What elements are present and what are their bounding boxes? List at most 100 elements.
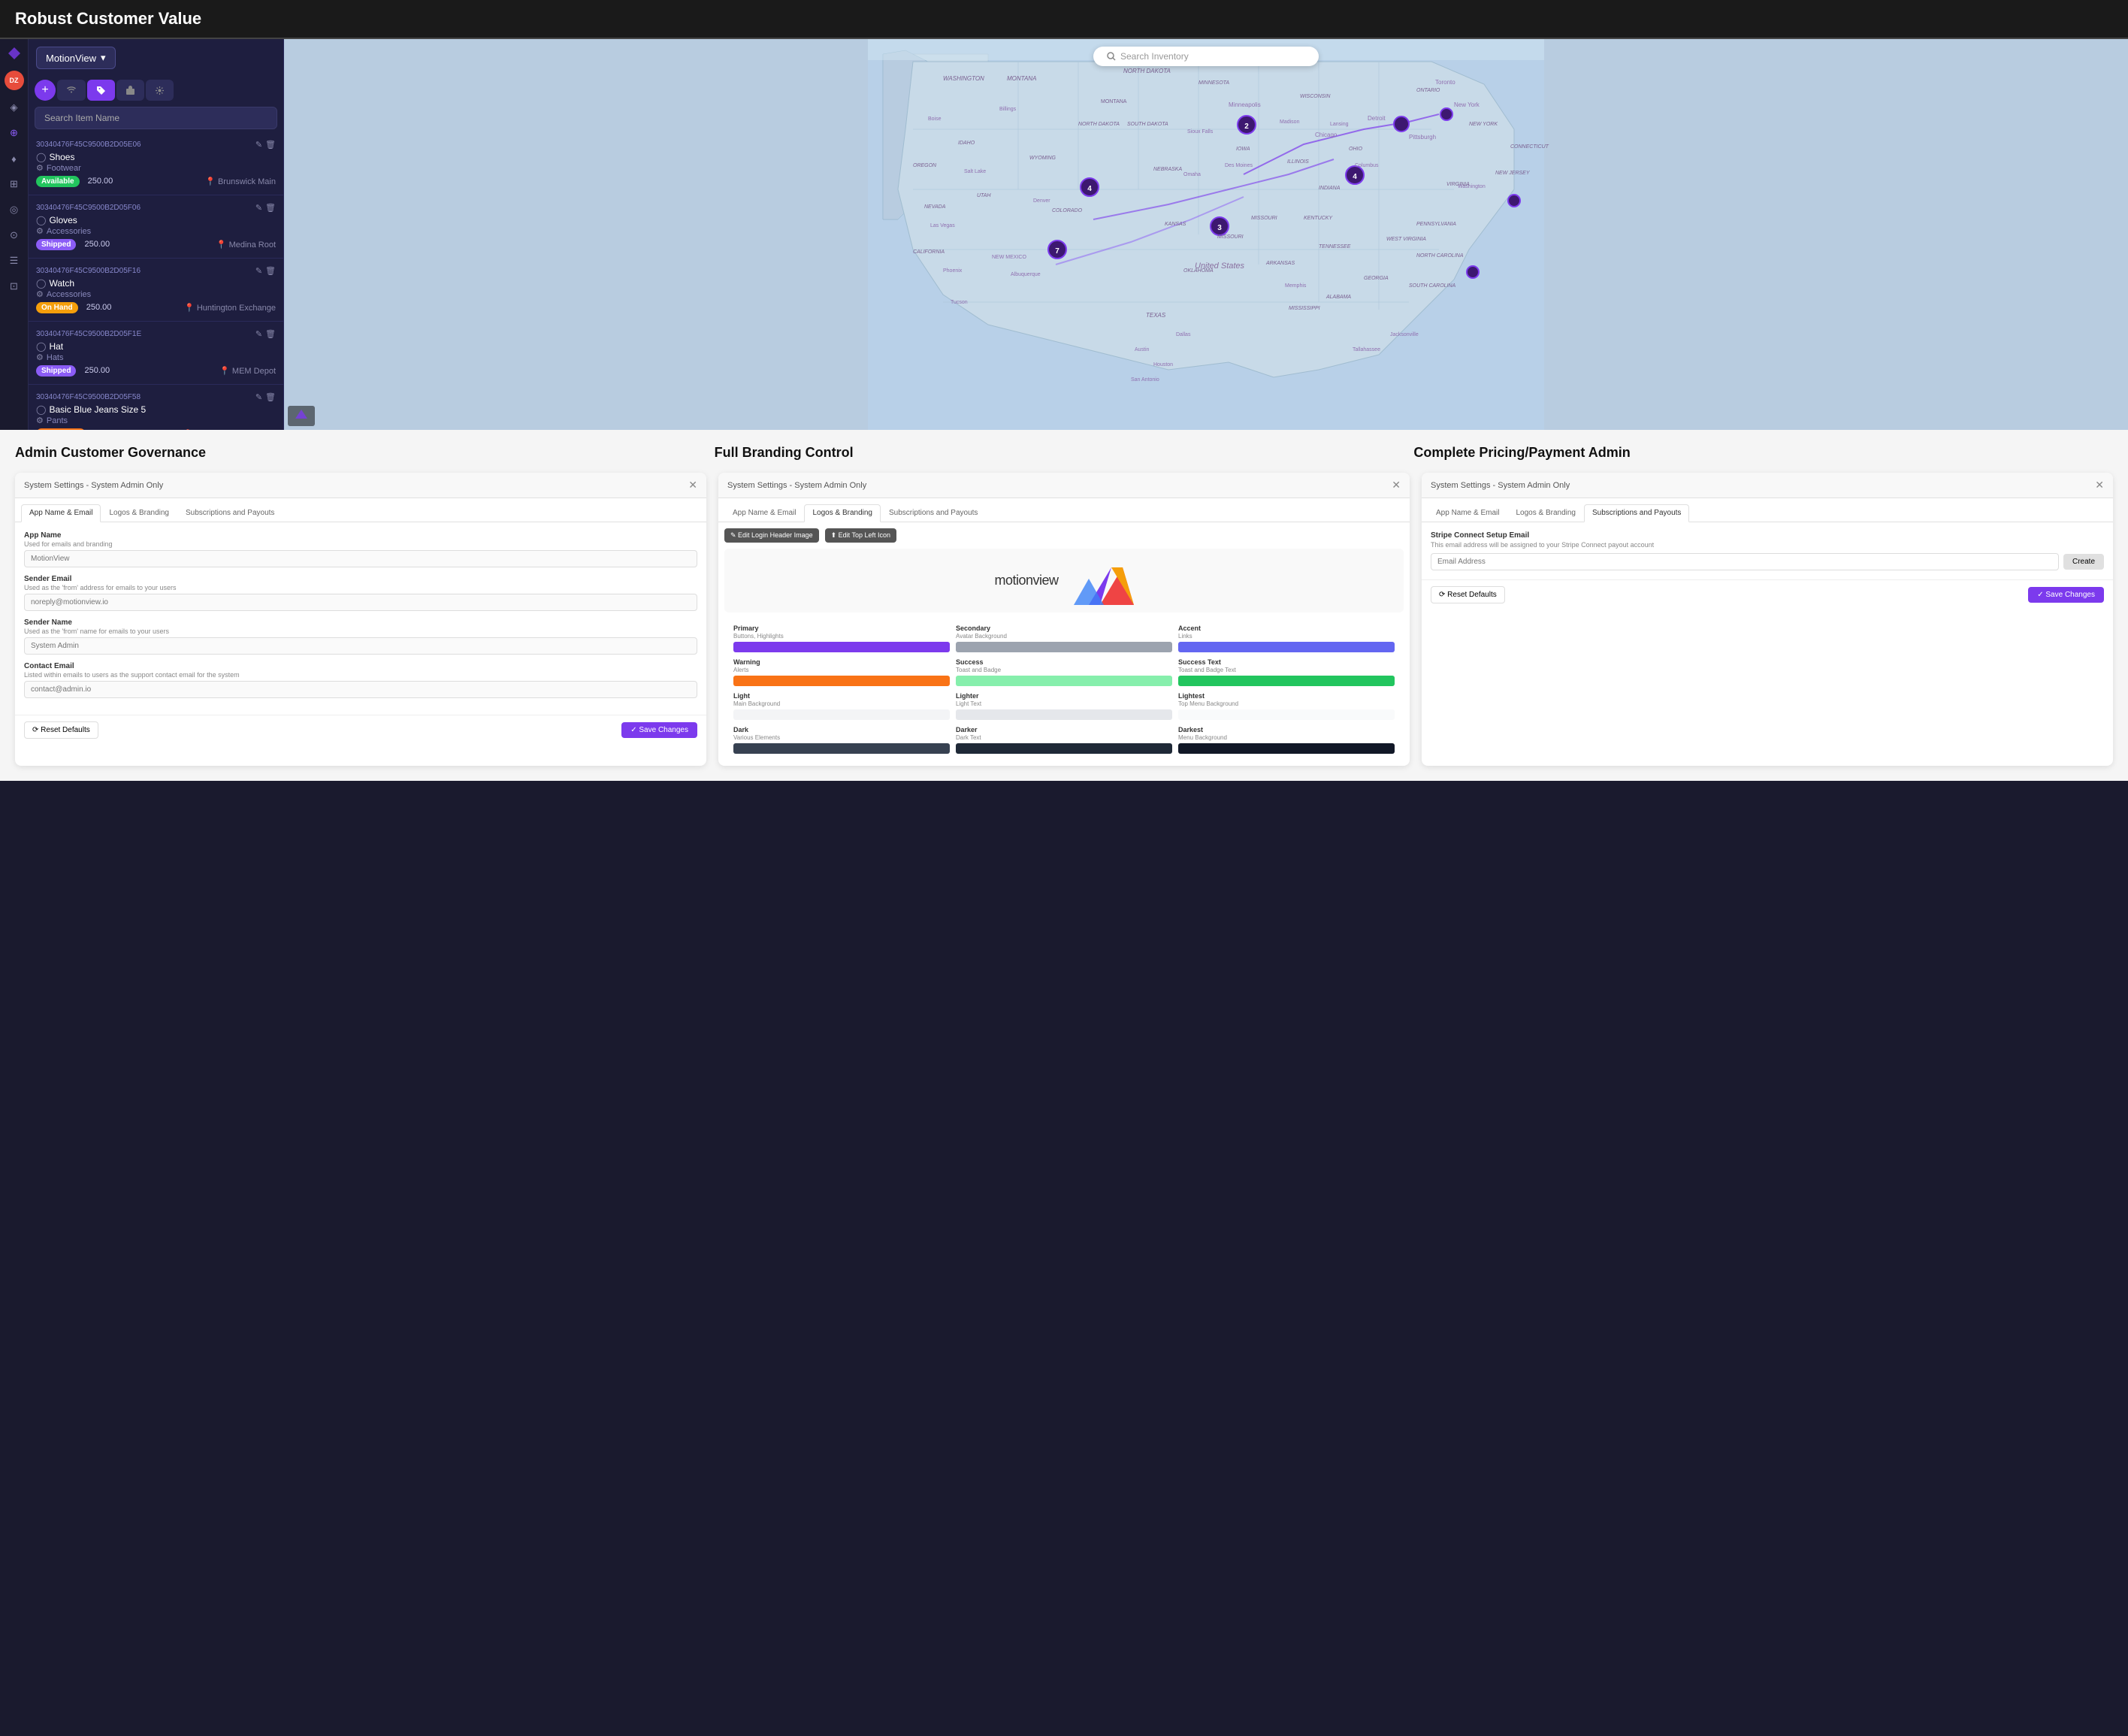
delete-icon[interactable]: 🗑: [265, 140, 276, 150]
list-item[interactable]: 30340476F45C9500B2D05F06 ✎ 🗑 ◯ Gloves ⚙ …: [29, 195, 283, 259]
edit-icon[interactable]: ✎: [255, 392, 262, 402]
governance-close-button[interactable]: ✕: [688, 479, 697, 491]
box-button[interactable]: [116, 80, 144, 101]
tab-app-name-email[interactable]: App Name & Email: [21, 504, 101, 522]
color-sublabel: Menu Background: [1178, 734, 1395, 741]
edit-header-image-button[interactable]: ✎ Edit Login Header Image: [724, 528, 819, 543]
app-name-input[interactable]: [24, 550, 697, 567]
contact-email-input[interactable]: [24, 681, 697, 698]
tab-subscriptions-1[interactable]: Subscriptions and Payouts: [177, 504, 283, 522]
item-location: 📍 Brunswick Main: [205, 177, 276, 186]
wifi-button[interactable]: [57, 80, 86, 101]
add-item-button[interactable]: +: [35, 80, 56, 101]
status-badge: Shipped: [36, 239, 76, 250]
tag-button[interactable]: [87, 80, 115, 101]
view-dropdown[interactable]: MotionView ▾: [36, 47, 116, 69]
delete-icon[interactable]: 🗑: [265, 203, 276, 213]
map-search-placeholder: Search Inventory: [1120, 51, 1189, 62]
list-item[interactable]: 30340476F45C9500B2D05E06 ✎ 🗑 ◯ Shoes ⚙ F…: [29, 132, 283, 195]
color-swatch[interactable]: [956, 709, 1172, 720]
sidebar-logo-icon[interactable]: [6, 45, 23, 62]
item-actions: ✎ 🗑: [255, 140, 276, 150]
tab-app-name-email-2[interactable]: App Name & Email: [724, 504, 804, 522]
color-swatch[interactable]: [733, 642, 950, 652]
sidebar-home-icon[interactable]: ◈: [6, 99, 23, 116]
map-search[interactable]: Search Inventory: [1093, 47, 1319, 66]
color-item: Warning Alerts: [733, 658, 950, 686]
sender-name-label: Sender Name: [24, 618, 697, 627]
sender-email-input[interactable]: [24, 594, 697, 611]
stripe-email-input[interactable]: [1431, 553, 2059, 570]
payments-close-button[interactable]: ✕: [2095, 479, 2104, 491]
color-swatch[interactable]: [956, 743, 1172, 754]
color-swatch[interactable]: [1178, 676, 1395, 686]
stripe-input-row: Create: [1431, 553, 2104, 570]
color-swatch[interactable]: [1178, 743, 1395, 754]
delete-icon[interactable]: 🗑: [265, 392, 276, 402]
logo-display-area: motionview: [724, 549, 1404, 612]
sidebar-chat-icon[interactable]: ☰: [6, 253, 23, 269]
color-label: Dark: [733, 726, 950, 733]
payments-save-button[interactable]: ✓ Save Changes: [2028, 587, 2104, 603]
governance-save-button[interactable]: ✓ Save Changes: [621, 722, 697, 738]
payments-reset-button[interactable]: ⟳ Reset Defaults: [1431, 586, 1505, 603]
sidebar-team-icon[interactable]: ⊞: [6, 176, 23, 192]
branding-close-button[interactable]: ✕: [1392, 479, 1401, 491]
sidebar-avatar[interactable]: DZ: [5, 71, 24, 90]
edit-icon[interactable]: ✎: [255, 329, 262, 339]
sidebar-settings-icon[interactable]: ⊙: [6, 227, 23, 243]
tab-app-name-email-3[interactable]: App Name & Email: [1428, 504, 1507, 522]
svg-text:Austin: Austin: [1135, 347, 1150, 352]
list-item[interactable]: 30340476F45C9500B2D05F58 ✎ 🗑 ◯ Basic Blu…: [29, 385, 283, 430]
svg-text:Memphis: Memphis: [1285, 283, 1307, 289]
payments-tabs: App Name & Email Logos & Branding Subscr…: [1422, 498, 2113, 522]
svg-text:NEVADA: NEVADA: [924, 204, 946, 210]
svg-text:KANSAS: KANSAS: [1165, 222, 1186, 227]
sidebar-globe-icon[interactable]: ⊕: [6, 125, 23, 141]
tab-subscriptions-2[interactable]: Subscriptions and Payouts: [881, 504, 986, 522]
settings-button[interactable]: [146, 80, 174, 101]
color-swatch[interactable]: [733, 676, 950, 686]
sidebar-export-icon[interactable]: ⊡: [6, 278, 23, 295]
tab-logos-branding-3[interactable]: Logos & Branding: [1507, 504, 1584, 522]
delete-icon[interactable]: 🗑: [265, 329, 276, 339]
stripe-create-button[interactable]: Create: [2063, 554, 2104, 570]
status-badge: Available: [36, 176, 80, 187]
payments-panel: System Settings - System Admin Only ✕ Ap…: [1422, 473, 2113, 766]
search-item-input[interactable]: Search Item Name: [35, 107, 277, 129]
list-item[interactable]: 30340476F45C9500B2D05F16 ✎ 🗑 ◯ Watch ⚙ A…: [29, 259, 283, 322]
governance-reset-button[interactable]: ⟳ Reset Defaults: [24, 721, 98, 739]
sidebar-tag-icon[interactable]: ◎: [6, 201, 23, 218]
item-price: 250.00: [86, 303, 112, 312]
delete-icon[interactable]: 🗑: [265, 266, 276, 276]
color-swatch[interactable]: [733, 743, 950, 754]
edit-icon[interactable]: ✎: [255, 266, 262, 276]
color-swatch[interactable]: [956, 676, 1172, 686]
color-swatch[interactable]: [733, 709, 950, 720]
location-icon: 📍: [219, 366, 230, 376]
tab-logos-branding-1[interactable]: Logos & Branding: [101, 504, 177, 522]
svg-text:WYOMING: WYOMING: [1029, 156, 1056, 161]
svg-text:WASHINGTON: WASHINGTON: [943, 75, 984, 82]
color-item: Success Toast and Badge: [956, 658, 1172, 686]
list-item[interactable]: 30340476F45C9500B2D05F1E ✎ 🗑 ◯ Hat ⚙ Hat…: [29, 322, 283, 385]
edit-icon[interactable]: ✎: [255, 203, 262, 213]
svg-text:Columbus: Columbus: [1355, 163, 1379, 168]
svg-text:ONTARIO: ONTARIO: [1416, 88, 1440, 93]
color-swatch[interactable]: [1178, 709, 1395, 720]
edit-topleft-icon-button[interactable]: ⬆ Edit Top Left Icon: [825, 528, 896, 543]
sender-name-input[interactable]: [24, 637, 697, 655]
item-actions: ✎ 🗑: [255, 203, 276, 213]
color-swatch[interactable]: [1178, 642, 1395, 652]
tab-logos-branding-active[interactable]: Logos & Branding: [804, 504, 881, 522]
stripe-sublabel: This email address will be assigned to y…: [1431, 541, 2104, 549]
sidebar-user-icon[interactable]: ♦: [6, 150, 23, 167]
color-item: Success Text Toast and Badge Text: [1178, 658, 1395, 686]
edit-icon[interactable]: ✎: [255, 140, 262, 150]
item-name: ◯ Basic Blue Jeans Size 5: [36, 404, 276, 415]
item-footer: Shipped 250.00 📍 MEM Depot: [36, 365, 276, 377]
tab-subscriptions-active[interactable]: Subscriptions and Payouts: [1584, 504, 1689, 522]
status-badge: Shipped: [36, 365, 76, 377]
svg-text:NORTH DAKOTA: NORTH DAKOTA: [1123, 68, 1171, 74]
color-swatch[interactable]: [956, 642, 1172, 652]
